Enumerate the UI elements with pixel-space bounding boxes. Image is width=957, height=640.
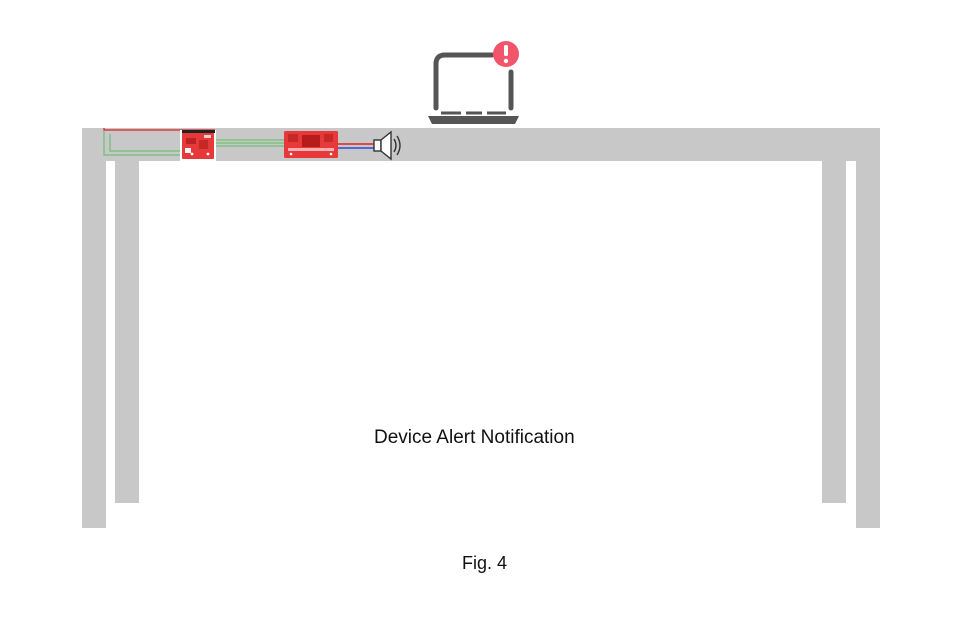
table-leg-back-left <box>115 161 139 503</box>
amplifier-board <box>284 131 338 158</box>
table-leg-front-right <box>856 161 880 528</box>
microcontroller-board <box>180 130 216 161</box>
table-leg-back-right <box>822 161 846 503</box>
figure-diagram <box>82 41 880 528</box>
diagram-caption: Device Alert Notification <box>374 427 575 448</box>
alert-icon <box>493 41 519 67</box>
figure-label: Fig. 4 <box>462 553 508 573</box>
table-leg-front-left <box>82 161 106 528</box>
table <box>82 128 880 528</box>
